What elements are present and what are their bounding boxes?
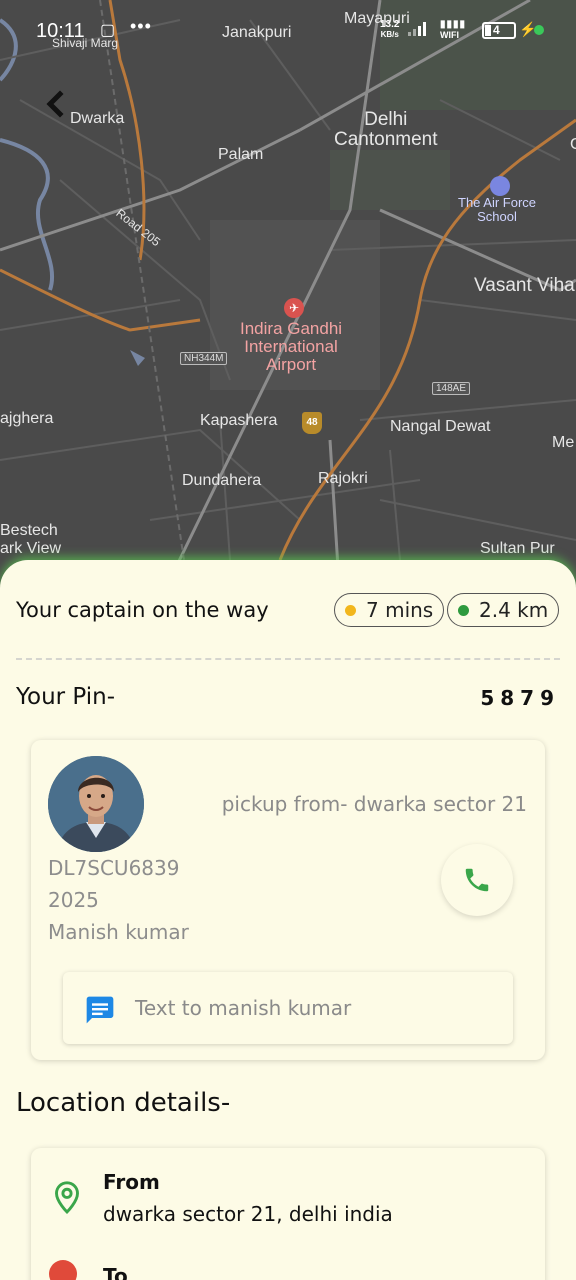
message-placeholder: Text to manish kumar <box>135 996 352 1020</box>
ride-details-sheet[interactable]: Your captain on the way 7 mins 2.4 km Yo… <box>0 560 576 1280</box>
eta-time-dot-icon <box>345 604 356 616</box>
message-driver-input[interactable]: Text to manish kumar <box>63 972 513 1044</box>
status-bar: 10:11 ▢ ••• 13.2 KB/s ▮▮▮▮ WIFI 4 ⚡ <box>0 0 576 62</box>
driver-avatar <box>48 756 144 852</box>
driver-photo <box>48 756 144 852</box>
status-more: ••• <box>130 16 152 36</box>
drop-pin-icon <box>49 1260 77 1280</box>
net-speed-unit: KB/s <box>380 30 399 39</box>
pin-label: Your Pin- <box>16 684 116 710</box>
privacy-indicator-icon <box>534 25 544 35</box>
driver-name: Manish kumar <box>48 920 189 944</box>
map-label-sultan-pur: Sultan Pur <box>480 540 555 557</box>
from-label: From <box>103 1170 160 1194</box>
from-value: dwarka sector 21, delhi india <box>103 1202 393 1226</box>
pickup-location: pickup from- dwarka sector 21 <box>221 792 527 816</box>
map-shield-nh48: 48 <box>302 412 322 434</box>
to-label: To <box>103 1264 128 1280</box>
battery-icon: 4 <box>482 22 516 39</box>
map-label-palam: Palam <box>218 146 264 163</box>
chat-icon <box>86 996 114 1024</box>
map-label-kapashera: Kapashera <box>200 412 278 429</box>
map-label-g: G <box>570 136 576 154</box>
map-label-airport: Indira Gandhi International Airport <box>240 319 343 374</box>
map-shield-148ae: 148AE <box>432 382 471 395</box>
eta-title: Your captain on the way <box>16 598 269 622</box>
battery-level: 4 <box>493 23 500 37</box>
call-button[interactable] <box>441 844 513 916</box>
school-icon <box>490 176 510 196</box>
map-view[interactable]: Mayapuri Shivaji Marg Janakpuri Dwarka P… <box>0 0 576 600</box>
vehicle-number: DL7SCU6839 <box>48 856 180 880</box>
dashed-divider <box>16 658 560 660</box>
pin-value: 5879 <box>480 686 560 710</box>
map-label-rajokri: Rajokri <box>318 470 368 487</box>
screen-record-icon: ▢ <box>100 22 116 39</box>
back-button[interactable] <box>40 86 72 122</box>
vehicle-model: 2025 <box>48 888 99 912</box>
pickup-pin-icon <box>55 1181 79 1215</box>
net-speed-value: 13.2 <box>380 19 400 30</box>
net-speed: 13.2 KB/s <box>380 20 399 40</box>
airport-icon: ✈ <box>284 298 304 318</box>
wifi-icon: ▮▮▮▮ WIFI <box>440 19 467 41</box>
map-label-ajghera: ajghera <box>0 410 54 427</box>
map-label-delhi-cantonment: Delhi Cantonment <box>334 109 438 150</box>
back-arrow-icon <box>46 90 64 118</box>
eta-distance-dot-icon <box>458 604 469 616</box>
location-details-title: Location details- <box>16 1088 231 1118</box>
map-shield-nh344m: NH344M <box>180 352 228 365</box>
map-label-dundahera: Dundahera <box>182 472 262 489</box>
phone-icon <box>465 868 489 892</box>
eta-distance-chip: 2.4 km <box>447 593 560 627</box>
driver-card: pickup from- dwarka sector 21 DL7SCU6839… <box>31 740 545 1060</box>
status-time: 10:11 <box>36 20 85 42</box>
eta-time: 7 mins <box>366 598 434 622</box>
map-label-vasant-vihar: Vasant Viha <box>474 275 575 296</box>
map-label-park-view: ark View <box>0 540 62 557</box>
eta-time-chip: 7 mins <box>334 593 445 627</box>
map-label-dwarka: Dwarka <box>70 110 125 127</box>
map-label-me: Me <box>552 434 575 451</box>
map-label-bestech: Bestech <box>0 522 58 539</box>
wifi-label: WIFI <box>440 30 459 40</box>
map-label-nangal-dewat: Nangal Dewat <box>390 418 491 435</box>
map-label-air-force-school: The Air Force School <box>458 195 537 224</box>
location-card: From dwarka sector 21, delhi india To <box>31 1148 545 1280</box>
eta-distance: 2.4 km <box>479 598 549 622</box>
signal-icon-sim1 <box>408 22 426 36</box>
